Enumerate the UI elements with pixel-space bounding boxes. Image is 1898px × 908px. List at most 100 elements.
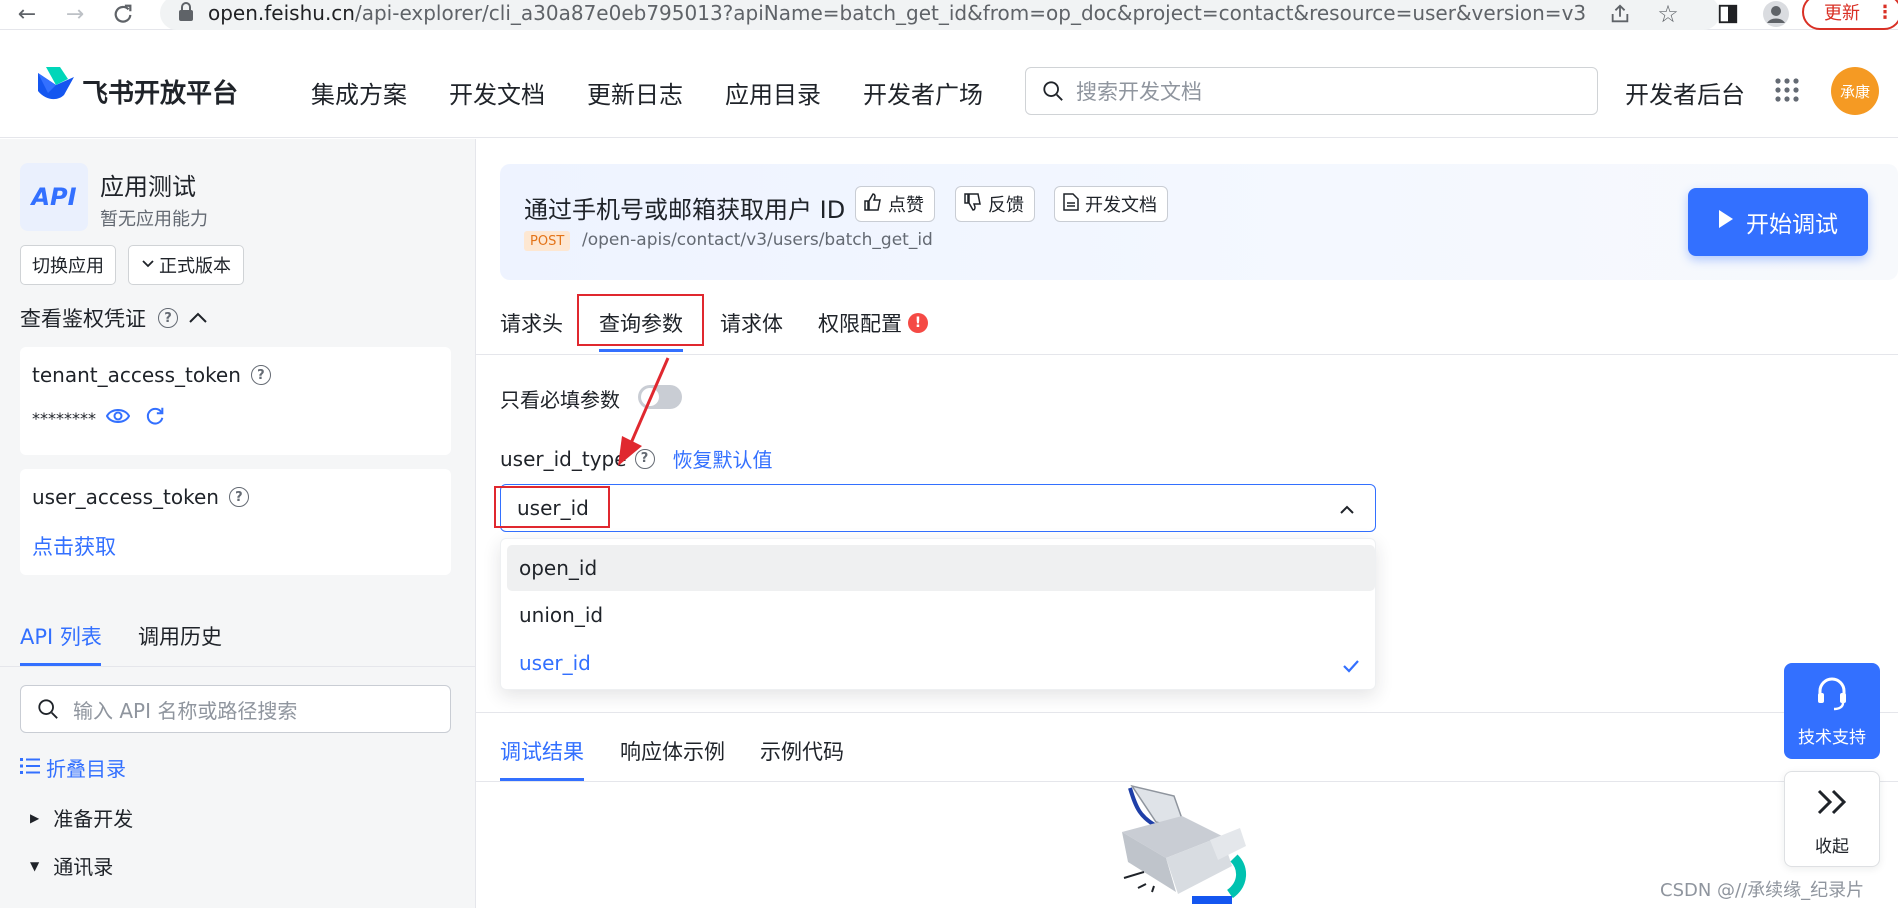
tenant-token-row: tenant_access_token ? xyxy=(32,363,271,387)
auth-section-header[interactable]: 查看鉴权凭证 ? xyxy=(20,303,208,333)
caret-right-icon: ▶ xyxy=(30,810,40,825)
tech-support-label: 技术支持 xyxy=(1798,728,1866,748)
auth-title: 查看鉴权凭证 xyxy=(20,307,146,331)
option-user-id[interactable]: user_id xyxy=(507,640,1375,686)
option-label: open_id xyxy=(519,556,598,580)
option-label: union_id xyxy=(519,603,604,627)
tenant-token-label: tenant_access_token xyxy=(32,363,241,387)
warning-icon: ! xyxy=(908,313,928,333)
docs-search-placeholder: 搜索开发文档 xyxy=(1076,80,1202,104)
tab-request-body[interactable]: 请求体 xyxy=(720,308,783,338)
like-button[interactable]: 点赞 xyxy=(855,186,935,222)
get-user-token-link[interactable]: 点击获取 xyxy=(32,531,116,561)
app-grid-icon[interactable] xyxy=(1774,77,1800,107)
help-icon[interactable]: ? xyxy=(228,487,249,507)
docs-button[interactable]: 开发文档 xyxy=(1054,186,1168,222)
help-icon[interactable]: ? xyxy=(250,365,271,385)
feedback-button[interactable]: 反馈 xyxy=(955,186,1035,222)
http-method-badge: POST xyxy=(524,231,571,251)
site-header: 飞书开放平台 集成方案 开发文档 更新日志 应用目录 开发者广场 搜索开发文档 … xyxy=(0,31,1898,138)
browser-toolbar: ← → open.feishu.cn/api-explorer/cli_a30a… xyxy=(0,0,1898,30)
tab-debug-result[interactable]: 调试结果 xyxy=(500,736,584,766)
double-chevron-right-icon xyxy=(1816,788,1850,820)
nav-docs[interactable]: 开发文档 xyxy=(449,75,545,110)
api-banner: 通过手机号或邮箱获取用户 ID 点赞 反馈 开发文档 POST /open-ap… xyxy=(500,164,1898,280)
tab-response-example[interactable]: 响应体示例 xyxy=(620,736,725,766)
api-title: 通过手机号或邮箱获取用户 ID xyxy=(524,196,846,224)
tab-sample-code[interactable]: 示例代码 xyxy=(760,736,844,766)
collapse-button[interactable]: 收起 xyxy=(1784,771,1880,867)
site-logo-text[interactable]: 飞书开放平台 xyxy=(82,73,238,110)
eye-icon[interactable] xyxy=(105,407,131,429)
tab-permissions[interactable]: 权限配置 ! xyxy=(818,308,928,338)
tree-item-prepare[interactable]: ▶ 准备开发 xyxy=(30,803,133,832)
developer-console-link[interactable]: 开发者后台 xyxy=(1625,75,1745,110)
profile-icon[interactable] xyxy=(1762,0,1790,28)
nav-developer-square[interactable]: 开发者广场 xyxy=(863,75,983,110)
back-icon[interactable]: ← xyxy=(14,0,40,28)
side-panel-icon[interactable] xyxy=(1714,0,1742,28)
start-debug-button[interactable]: 开始调试 xyxy=(1688,188,1868,256)
nav-solutions[interactable]: 集成方案 xyxy=(311,75,407,110)
tab-api-list[interactable]: API 列表 xyxy=(20,621,102,651)
refresh-icon[interactable] xyxy=(144,405,166,431)
option-open-id[interactable]: open_id xyxy=(507,545,1375,591)
switch-app-label: 切换应用 xyxy=(32,256,104,277)
option-label: user_id xyxy=(519,651,591,675)
feedback-label: 反馈 xyxy=(988,195,1024,216)
address-bar[interactable]: open.feishu.cn/api-explorer/cli_a30a87e0… xyxy=(160,0,1720,30)
bookmark-star-icon[interactable]: ☆ xyxy=(1654,0,1682,28)
search-icon xyxy=(1042,80,1064,107)
share-icon[interactable] xyxy=(1606,0,1634,28)
api-app-badge: API xyxy=(20,163,88,231)
search-icon xyxy=(37,698,59,725)
result-section-divider xyxy=(476,712,1898,713)
tab-request-headers[interactable]: 请求头 xyxy=(500,308,563,338)
help-icon[interactable]: ? xyxy=(158,308,178,328)
required-only-label: 只看必填参数 xyxy=(500,388,620,412)
api-search-placeholder: 输入 API 名称或路径搜索 xyxy=(73,698,298,723)
tree-item-contacts[interactable]: ▼ 通讯录 xyxy=(30,851,113,880)
url-path: /api-explorer/cli_a30a87e0eb795013?apiNa… xyxy=(354,1,1587,25)
start-debug-label: 开始调试 xyxy=(1746,212,1838,238)
version-select[interactable]: 正式版本 xyxy=(128,245,244,285)
thumbs-up-icon xyxy=(864,192,882,216)
user-id-type-select[interactable]: user_id xyxy=(500,484,1376,532)
user-id-type-label: user_id_type xyxy=(500,446,627,471)
chevron-down-icon xyxy=(141,255,155,276)
tab-call-history[interactable]: 调用历史 xyxy=(138,621,222,651)
user-id-type-dropdown: open_id union_id user_id xyxy=(500,538,1376,690)
restore-default-link[interactable]: 恢复默认值 xyxy=(673,444,773,473)
api-search-input[interactable]: 输入 API 名称或路径搜索 xyxy=(20,685,451,733)
nav-changelog[interactable]: 更新日志 xyxy=(587,75,683,110)
docs-search-input[interactable]: 搜索开发文档 xyxy=(1025,67,1598,115)
update-button[interactable]: 更新 ⋮ xyxy=(1802,0,1898,30)
list-icon xyxy=(20,756,40,780)
feishu-logo-icon[interactable] xyxy=(32,59,80,107)
option-union-id[interactable]: union_id xyxy=(507,592,1375,638)
chevron-up-icon xyxy=(1339,501,1355,520)
lock-icon xyxy=(178,2,194,27)
user-token-label: user_access_token xyxy=(32,485,219,509)
collapse-label: 收起 xyxy=(1815,837,1849,857)
tech-support-button[interactable]: 技术支持 xyxy=(1784,663,1880,759)
reload-icon[interactable] xyxy=(110,0,136,28)
collapse-tree-button[interactable]: 折叠目录 xyxy=(20,753,126,782)
sidebar: API 应用测试 暂无应用能力 切换应用 正式版本 查看鉴权凭证 ? tenan… xyxy=(0,139,476,908)
api-path: /open-apis/contact/v3/users/batch_get_id xyxy=(582,230,933,250)
nav-app-directory[interactable]: 应用目录 xyxy=(725,75,821,110)
tree-item-label: 准备开发 xyxy=(53,807,134,831)
empty-box-illustration xyxy=(1122,784,1246,904)
user-token-card: user_access_token ? 点击获取 xyxy=(20,469,451,575)
tree-item-label: 通讯录 xyxy=(53,855,114,879)
version-label: 正式版本 xyxy=(159,256,231,277)
param-tabs-divider xyxy=(476,354,1898,355)
chevron-up-icon[interactable] xyxy=(188,306,208,330)
user-token-row: user_access_token ? xyxy=(32,485,249,509)
update-label: 更新 xyxy=(1824,3,1860,24)
forward-icon[interactable]: → xyxy=(62,0,88,28)
url-host: open.feishu.cn xyxy=(208,1,355,25)
app-name: 应用测试 xyxy=(100,173,196,201)
user-avatar[interactable]: 承康 xyxy=(1831,67,1879,115)
switch-app-button[interactable]: 切换应用 xyxy=(20,245,116,285)
